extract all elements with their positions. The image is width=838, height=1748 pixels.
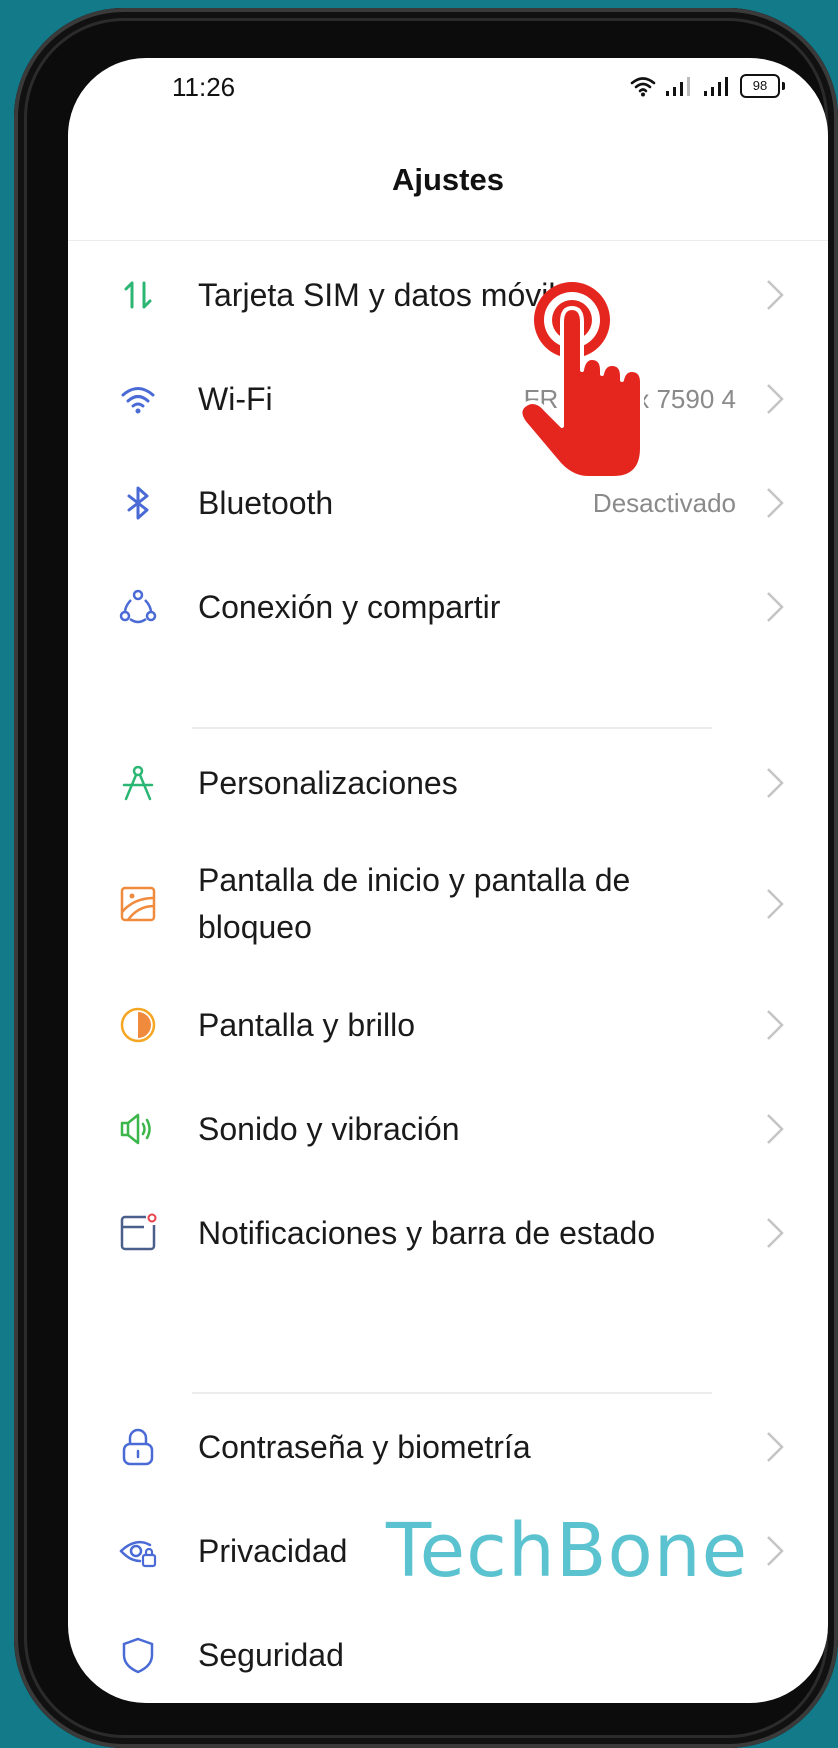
watermark-logo: TechBone bbox=[386, 1508, 749, 1594]
settings-item-customizations[interactable]: Personalizaciones bbox=[68, 736, 828, 830]
signal-1-icon bbox=[666, 77, 690, 96]
settings-screen: 11:26 98 Ajustes Tarjeta SIM y datos móv… bbox=[68, 58, 828, 1703]
chevron-right-icon bbox=[767, 488, 784, 518]
chevron-right-icon bbox=[767, 280, 784, 310]
status-bar: 11:26 98 bbox=[68, 58, 828, 148]
chevron-right-icon bbox=[767, 889, 784, 919]
settings-item-label: Pantalla y brillo bbox=[198, 1007, 415, 1043]
brightness-icon bbox=[116, 1003, 160, 1047]
chevron-right-icon bbox=[767, 768, 784, 798]
shield-icon bbox=[116, 1633, 160, 1677]
settings-item-label: Contraseña y biometría bbox=[198, 1429, 531, 1465]
page-title: Ajustes bbox=[392, 162, 504, 197]
chevron-right-icon bbox=[767, 1218, 784, 1248]
settings-item-display[interactable]: Pantalla y brillo bbox=[68, 978, 828, 1072]
settings-item-home-lock[interactable]: Pantalla de inicio y pantalla de bloqueo bbox=[68, 840, 828, 968]
settings-item-label: Notificaciones y barra de estado bbox=[198, 1215, 656, 1251]
settings-item-sound[interactable]: Sonido y vibración bbox=[68, 1082, 828, 1176]
status-icons: 98 bbox=[630, 74, 785, 98]
settings-item-notifications[interactable]: Notificaciones y barra de estado bbox=[68, 1186, 828, 1280]
bluetooth-status: Desactivado bbox=[592, 488, 736, 518]
wifi-status-icon bbox=[630, 77, 656, 97]
settings-item-label: Wi-Fi bbox=[198, 381, 273, 417]
settings-item-label: Bluetooth bbox=[198, 485, 334, 521]
tap-hand-icon bbox=[518, 282, 644, 478]
wallpaper-icon bbox=[116, 882, 160, 926]
connection-share-icon bbox=[116, 585, 160, 629]
settings-item-label-line-2: bloqueo bbox=[198, 909, 312, 945]
settings-item-label: Personalizaciones bbox=[198, 765, 458, 801]
settings-item-password[interactable]: Contraseña y biometría bbox=[68, 1400, 828, 1494]
chevron-right-icon bbox=[767, 592, 784, 622]
settings-item-label-line-1: Pantalla de inicio y pantalla de bbox=[198, 862, 631, 898]
chevron-right-icon bbox=[767, 1536, 784, 1566]
group-divider bbox=[192, 1392, 712, 1394]
settings-item-label: Privacidad bbox=[198, 1533, 348, 1569]
settings-item-label: Seguridad bbox=[198, 1637, 344, 1673]
bluetooth-icon bbox=[116, 481, 160, 525]
settings-item-label: Sonido y vibración bbox=[198, 1111, 460, 1147]
settings-item-label: Conexión y compartir bbox=[198, 589, 501, 625]
sim-data-icon bbox=[116, 273, 160, 317]
group-divider bbox=[192, 727, 712, 729]
chevron-right-icon bbox=[767, 1114, 784, 1144]
settings-item-security[interactable]: Seguridad bbox=[68, 1608, 828, 1702]
lock-icon bbox=[116, 1425, 160, 1469]
chevron-right-icon bbox=[767, 384, 784, 414]
notification-icon bbox=[116, 1211, 160, 1255]
status-time: 11:26 bbox=[172, 72, 236, 102]
signal-2-icon bbox=[704, 77, 728, 96]
settings-item-share[interactable]: Conexión y compartir bbox=[68, 560, 828, 654]
privacy-eye-icon bbox=[116, 1529, 160, 1573]
settings-item-bluetooth[interactable]: Bluetooth Desactivado bbox=[68, 456, 828, 550]
chevron-right-icon bbox=[767, 1432, 784, 1462]
settings-item-sim[interactable]: Tarjeta SIM y datos móviles bbox=[68, 248, 828, 342]
settings-item-wifi[interactable]: Wi-Fi FRITZ!Box 7590 4 bbox=[68, 352, 828, 446]
battery-icon: 98 bbox=[740, 74, 785, 98]
header-divider bbox=[68, 240, 828, 241]
wifi-icon bbox=[116, 377, 160, 421]
chevron-right-icon bbox=[767, 1010, 784, 1040]
phone-frame: 11:26 98 Ajustes Tarjeta SIM y datos móv… bbox=[14, 8, 838, 1748]
compass-icon bbox=[116, 761, 160, 805]
speaker-icon bbox=[116, 1107, 160, 1151]
